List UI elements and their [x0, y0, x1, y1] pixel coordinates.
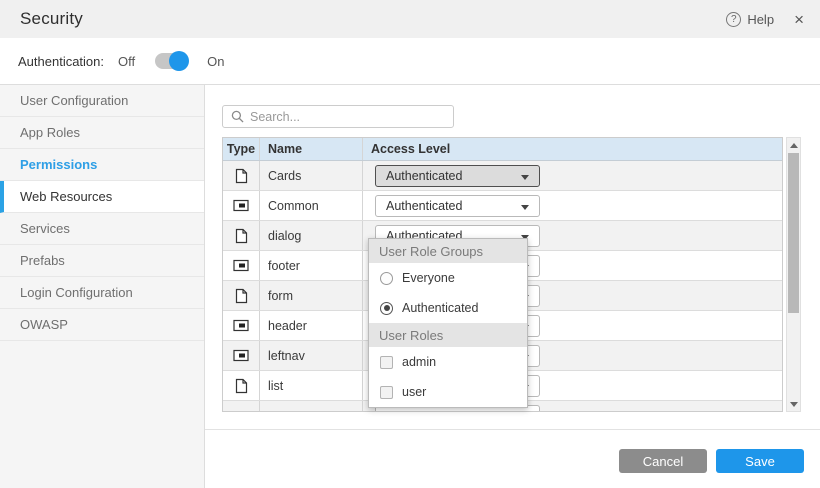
partial-icon	[223, 341, 260, 370]
search-icon	[231, 110, 244, 123]
page-title: Security	[20, 9, 83, 29]
partial-icon	[223, 251, 260, 280]
sidebar-item-services[interactable]: Services	[0, 213, 204, 245]
authentication-bar: Authentication: Off On	[0, 38, 820, 85]
sidebar-item-owasp[interactable]: OWASP	[0, 309, 204, 341]
help-label: Help	[747, 12, 774, 27]
partial-icon	[223, 311, 260, 340]
main-panel: TypeNameAccess Level CardsAuthenticatedC…	[205, 85, 820, 488]
dialog-header: Security ? Help ×	[0, 0, 820, 38]
dropdown-group-header: User Role Groups	[369, 239, 527, 263]
page-icon	[223, 161, 260, 190]
sidebar-item-prefabs[interactable]: Prefabs	[0, 245, 204, 277]
resource-name: form	[260, 281, 363, 310]
dropdown-group-header: User Roles	[369, 323, 527, 347]
access-level-value: Authenticated	[386, 169, 462, 183]
empty-type-cell	[223, 401, 260, 412]
cancel-button[interactable]: Cancel	[619, 449, 707, 473]
toggle-on-label: On	[207, 54, 224, 69]
sidebar-item-user-configuration[interactable]: User Configuration	[0, 85, 204, 117]
column-header-access-level: Access Level	[363, 138, 782, 160]
access-level-dropdown-panel: User Role Groups Everyone Authenticated Use…	[368, 238, 528, 408]
radio-selected-icon[interactable]	[380, 302, 393, 315]
column-header-type: Type	[223, 138, 260, 160]
table-header-row: TypeNameAccess Level	[223, 138, 782, 161]
option-label: Everyone	[402, 271, 455, 285]
resource-name: list	[260, 371, 363, 400]
dialog-footer: Cancel Save	[205, 429, 820, 488]
close-icon[interactable]: ×	[794, 11, 804, 28]
sidebar-item-web-resources[interactable]: Web Resources	[0, 181, 204, 213]
chevron-down-icon	[521, 205, 529, 210]
access-level-cell: Authenticated	[363, 161, 782, 190]
dropdown-option-admin[interactable]: admin	[369, 347, 527, 377]
scroll-down-arrow-icon[interactable]	[787, 397, 800, 411]
partial-icon	[223, 191, 260, 220]
resource-name: Cards	[260, 161, 363, 190]
access-level-select[interactable]: Authenticated	[375, 165, 540, 187]
column-header-name: Name	[260, 138, 363, 160]
search-box	[222, 105, 454, 128]
access-level-value: Authenticated	[386, 199, 462, 213]
resource-name	[260, 401, 363, 412]
page-icon	[223, 221, 260, 250]
security-sidebar: User ConfigurationApp RolesPermissionsWe…	[0, 85, 205, 488]
security-dialog: Security ? Help × Authentication: Off On…	[0, 0, 820, 488]
access-level-cell: Authenticated	[363, 191, 782, 220]
authentication-label: Authentication:	[18, 54, 104, 69]
page-icon	[223, 281, 260, 310]
table-row[interactable]: Common Authenticated	[223, 191, 782, 221]
scrollbar-thumb[interactable]	[788, 153, 799, 313]
option-label: user	[402, 385, 426, 399]
help-icon: ?	[726, 12, 741, 27]
resource-name: dialog	[260, 221, 363, 250]
dropdown-option-everyone[interactable]: Everyone	[369, 263, 527, 293]
toggle-off-label: Off	[118, 54, 135, 69]
resource-name: leftnav	[260, 341, 363, 370]
toggle-knob	[169, 51, 189, 71]
option-label: Authenticated	[402, 301, 478, 315]
table-scrollbar[interactable]	[786, 137, 801, 412]
resource-name: Common	[260, 191, 363, 220]
search-input[interactable]	[250, 110, 445, 124]
help-button[interactable]: ? Help	[726, 12, 774, 27]
dropdown-option-user[interactable]: user	[369, 377, 527, 407]
resource-name: footer	[260, 251, 363, 280]
checkbox-icon[interactable]	[380, 356, 393, 369]
sidebar-item-app-roles[interactable]: App Roles	[0, 117, 204, 149]
option-label: admin	[402, 355, 436, 369]
table-row[interactable]: Cards Authenticated	[223, 161, 782, 191]
access-level-select[interactable]: Authenticated	[375, 195, 540, 217]
dropdown-option-authenticated[interactable]: Authenticated	[369, 293, 527, 323]
sidebar-item-login-configuration[interactable]: Login Configuration	[0, 277, 204, 309]
scroll-up-arrow-icon[interactable]	[787, 138, 800, 152]
sidebar-item-permissions[interactable]: Permissions	[0, 149, 204, 181]
page-icon	[223, 371, 260, 400]
save-button[interactable]: Save	[716, 449, 804, 473]
radio-icon[interactable]	[380, 272, 393, 285]
authentication-toggle[interactable]	[155, 53, 187, 69]
chevron-down-icon	[521, 175, 529, 180]
resource-name: header	[260, 311, 363, 340]
header-actions: ? Help ×	[726, 11, 804, 28]
checkbox-icon[interactable]	[380, 386, 393, 399]
